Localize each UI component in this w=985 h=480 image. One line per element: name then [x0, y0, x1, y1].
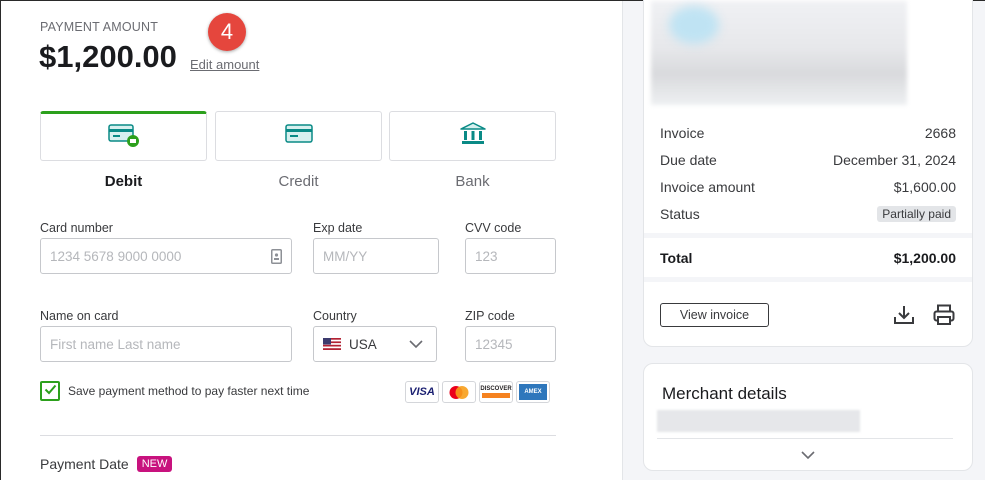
- payment-date-heading: Payment Date NEW: [40, 456, 173, 472]
- debit-card-icon: [107, 122, 140, 153]
- expand-chevron-icon[interactable]: [800, 448, 816, 466]
- method-debit-tab[interactable]: [40, 111, 207, 161]
- card-number-placeholder: 1234 5678 9000 0000: [50, 248, 182, 264]
- due-date-row: Due date December 31, 2024: [660, 152, 956, 168]
- save-payment-checkbox[interactable]: [40, 381, 60, 401]
- save-payment-label: Save payment method to pay faster next t…: [68, 384, 310, 398]
- merchant-name-redacted: [657, 410, 860, 432]
- chevron-down-icon: [408, 337, 424, 354]
- card-number-label: Card number: [40, 221, 113, 235]
- discover-logo: DISCOVER: [479, 381, 513, 403]
- total-separator-top: [644, 233, 972, 238]
- credit-card-icon: [284, 123, 313, 150]
- zip-input[interactable]: 12345: [465, 326, 556, 362]
- save-payment-row: Save payment method to pay faster next t…: [40, 381, 309, 401]
- method-bank-label: Bank: [455, 173, 490, 190]
- invoice-amount-row: Invoice amount $1,600.00: [660, 179, 956, 195]
- exp-date-input[interactable]: MM/YY: [313, 238, 439, 274]
- invoice-number-row: Invoice 2668: [660, 125, 956, 141]
- us-flag-icon: [323, 338, 341, 350]
- payment-amount: $1,200.00: [39, 39, 177, 74]
- zip-placeholder: 12345: [475, 336, 513, 352]
- merchant-details-title: Merchant details: [662, 384, 787, 403]
- download-icon[interactable]: [892, 303, 916, 327]
- method-credit-tab[interactable]: [215, 111, 382, 161]
- amex-logo: AMEX: [516, 381, 550, 403]
- total-value: $1,200.00: [893, 250, 956, 266]
- name-on-card-input[interactable]: First name Last name: [40, 326, 292, 362]
- exp-date-label: Exp date: [313, 221, 363, 235]
- name-on-card-label: Name on card: [40, 309, 119, 323]
- exp-date-placeholder: MM/YY: [323, 248, 368, 264]
- merchant-divider: [657, 438, 953, 439]
- total-label: Total: [660, 250, 693, 266]
- method-credit-label: Credit: [278, 173, 319, 190]
- cvv-placeholder: 123: [475, 248, 498, 264]
- cvv-label: CVV code: [465, 221, 522, 235]
- card-id-icon: [271, 249, 282, 267]
- merchant-logo-mark: [669, 6, 719, 44]
- payment-date-label: Payment Date: [40, 456, 129, 472]
- view-invoice-button[interactable]: View invoice: [660, 303, 769, 327]
- checkmark-icon: [44, 382, 57, 400]
- method-debit-label: Debit: [104, 173, 143, 190]
- cvv-input[interactable]: 123: [465, 238, 556, 274]
- mastercard-logo: [442, 381, 476, 403]
- card-number-input[interactable]: 1234 5678 9000 0000: [40, 238, 292, 274]
- status-badge: Partially paid: [877, 206, 956, 222]
- method-bank-tab[interactable]: [389, 111, 556, 161]
- zip-label: ZIP code: [465, 309, 515, 323]
- payment-amount-label: PAYMENT AMOUNT: [40, 20, 159, 34]
- bank-icon: [459, 121, 486, 151]
- total-row: Total $1,200.00: [660, 250, 956, 266]
- accepted-cards: VISA DISCOVER AMEX: [405, 381, 550, 403]
- country-label: Country: [313, 309, 357, 323]
- visa-logo: VISA: [405, 381, 439, 403]
- section-divider: [40, 435, 556, 436]
- edit-amount-link[interactable]: Edit amount: [190, 57, 259, 72]
- name-placeholder: First name Last name: [50, 336, 181, 352]
- country-value: USA: [349, 336, 377, 352]
- print-icon[interactable]: [932, 303, 956, 327]
- country-select[interactable]: USA: [313, 326, 437, 362]
- status-row: Status Partially paid: [660, 206, 956, 222]
- new-badge: NEW: [136, 456, 173, 472]
- payment-form-panel: PAYMENT AMOUNT $1,200.00 Edit amount 4 D…: [1, 1, 622, 480]
- step-number-badge: 4: [208, 13, 246, 51]
- total-separator-bottom: [644, 277, 972, 282]
